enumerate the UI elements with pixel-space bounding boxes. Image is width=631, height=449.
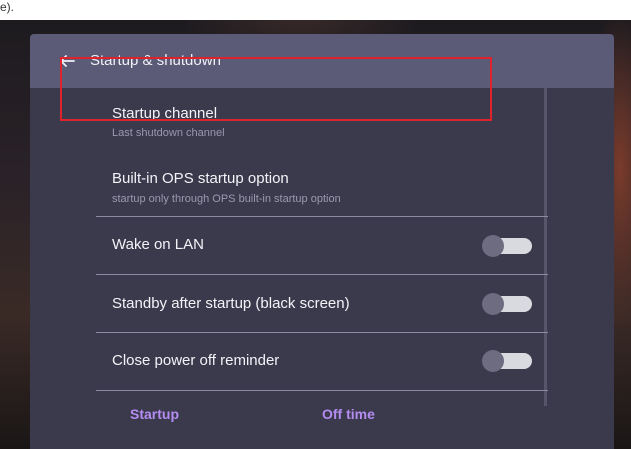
top-strip: e). xyxy=(0,0,631,20)
toggle-thumb xyxy=(482,293,504,315)
tab-startup[interactable]: Startup xyxy=(130,406,179,422)
cutoff-text: e). xyxy=(0,0,15,14)
toggle-thumb xyxy=(482,235,504,257)
power-off-reminder-toggle[interactable] xyxy=(482,350,534,372)
standby-toggle[interactable] xyxy=(482,293,534,315)
setting-title: Wake on LAN xyxy=(112,236,204,253)
setting-close-power-off-reminder[interactable]: Close power off reminder xyxy=(96,333,548,390)
wake-on-lan-toggle[interactable] xyxy=(482,235,534,257)
setting-subtitle: startup only through OPS built-in startu… xyxy=(112,193,341,205)
setting-title: Close power off reminder xyxy=(112,352,280,369)
highlight-frame xyxy=(60,57,492,121)
setting-title: Standby after startup (black screen) xyxy=(112,295,350,312)
setting-subtitle: Last shutdown channel xyxy=(112,127,225,139)
toggle-thumb xyxy=(482,350,504,372)
setting-ops-startup-option[interactable]: Built-in OPS startup option startup only… xyxy=(96,148,548,216)
tab-off-time[interactable]: Off time xyxy=(322,406,375,422)
setting-wake-on-lan[interactable]: Wake on LAN xyxy=(96,217,548,274)
divider xyxy=(96,390,548,391)
setting-standby-after-startup[interactable]: Standby after startup (black screen) xyxy=(96,275,548,332)
setting-title: Built-in OPS startup option xyxy=(112,170,289,187)
